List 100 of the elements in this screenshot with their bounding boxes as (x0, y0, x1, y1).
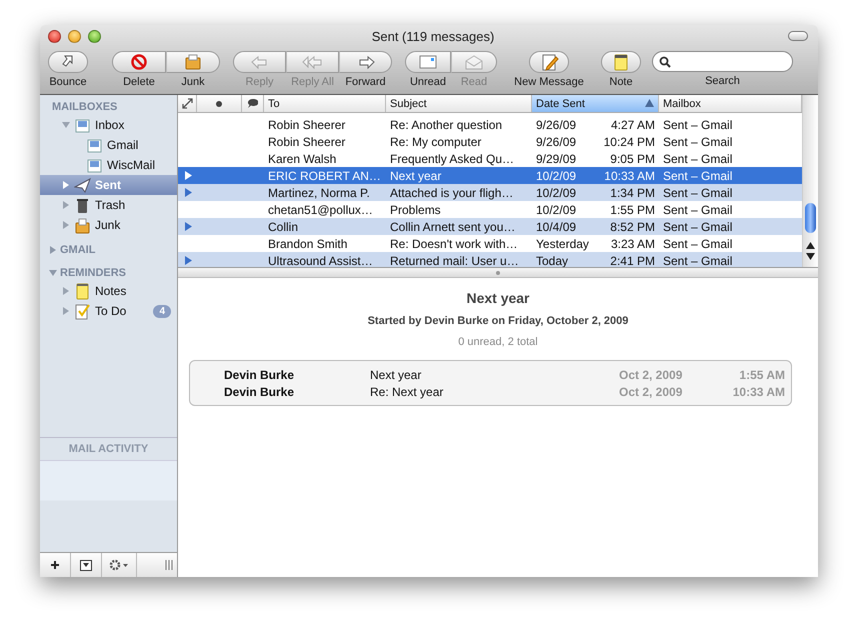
minimize-button[interactable] (68, 30, 81, 42)
table-cell-text: Robin Sheerer (267, 118, 346, 132)
panel-heading: MAIL ACTIVITY (68, 443, 148, 455)
compose-button[interactable]: New Message (510, 51, 588, 88)
table-cell: 8:52 PM (610, 220, 655, 234)
table-cell: Today (536, 254, 568, 267)
table-cell: Yesterday (536, 236, 589, 250)
message-date: Oct 2, 2009 (619, 368, 684, 382)
paper-plane-icon (74, 176, 91, 194)
message-row[interactable]: Martinez, Norma P. Attached is your fligh… 10/2/09 1:34 PM Sent – Gmail (178, 184, 802, 201)
mailbox-item[interactable]: WiscMail (40, 155, 177, 175)
message-row[interactable]: Karen Walsh Frequently Asked Qu… 9/29/09 9:05 PM Sent – Gmail (178, 150, 802, 167)
speech-bubble-icon (248, 99, 258, 108)
table-cell: 9:05 PM (610, 152, 655, 166)
inbox-icon (74, 116, 91, 134)
thread-triangle-icon[interactable] (184, 222, 192, 231)
expand-icon (182, 98, 192, 109)
search-field[interactable] (652, 51, 793, 72)
table-cell-text: chetan51@pollux… (267, 202, 374, 216)
table-cell-text: Brandon Smith (267, 236, 348, 250)
inbox-icon (86, 156, 103, 174)
table-cell-text: Attached is your fligh… (389, 186, 514, 200)
message-time: 1:55 AM (738, 368, 785, 382)
message-row[interactable]: Ultrasound Assist… Returned mail: User u… Today 2:41 PM Sent – Gmail (178, 252, 802, 267)
disclosure-triangle-icon[interactable] (49, 246, 57, 254)
toolbar-toggle-button[interactable] (788, 31, 808, 41)
table-cell-text: Collin (267, 220, 300, 234)
disclosure-triangle-icon[interactable] (62, 121, 70, 129)
table-cell-text: Frequently Asked Qu… (389, 152, 516, 166)
mailbox-item[interactable]: Trash (40, 195, 177, 215)
section-heading: MAILBOXES (52, 101, 118, 113)
table-cell: 2:41 PM (610, 254, 655, 267)
mailbox-item[interactable]: Gmail (40, 135, 177, 155)
table-cell-text: Sent – Gmail (662, 152, 734, 166)
table-cell-text: Sent – Gmail (662, 168, 734, 182)
table-cell: 10/2/09 (536, 168, 576, 182)
mailbox-item[interactable]: Junk (40, 215, 177, 235)
table-cell-text: Re: Doesn't work with… (389, 236, 519, 250)
table-cell-text: Problems (389, 202, 442, 216)
table-cell: 9/26/09 (536, 134, 576, 148)
disclosure-triangle-icon[interactable] (62, 221, 70, 229)
table-cell-text: Returned mail: User u… (389, 254, 520, 267)
count-badge: 4 (153, 304, 171, 318)
table-cell-text: Sent – Gmail (662, 202, 734, 216)
table-cell-text: Sent – Gmail (662, 236, 734, 250)
table-cell-text: Re: My computer (389, 134, 482, 148)
table-cell: 4:27 AM (610, 118, 655, 132)
disclosure-triangle-icon[interactable] (49, 269, 57, 277)
table-cell-text: Sent – Gmail (662, 254, 734, 267)
disclosure-triangle-icon[interactable] (62, 307, 70, 315)
thread-subtitle: Started by Devin Burke on Friday, October 2, 2009 (368, 315, 628, 327)
close-button[interactable] (48, 30, 61, 42)
message-subject[interactable]: Re: Next year (370, 384, 619, 398)
table-cell-text: ERIC ROBERT AN… (267, 168, 382, 182)
scroll-thumb[interactable] (805, 203, 816, 233)
table-cell-text: Sent – Gmail (662, 118, 734, 132)
table-cell: 10/4/09 (536, 220, 576, 234)
mailbox-item[interactable]: Inbox (40, 115, 177, 135)
disclosure-triangle-icon[interactable] (62, 287, 70, 295)
column-header[interactable]: To (264, 95, 386, 112)
open-envelope-icon (463, 53, 485, 71)
message-row[interactable]: Brandon Smith Re: Doesn't work with… Yesterday 3:23 AM Sent – Gmail (178, 235, 802, 252)
notepad-icon (74, 282, 91, 300)
splitter-handle[interactable] (496, 270, 500, 274)
disclosure-triangle-icon[interactable] (62, 181, 70, 189)
section-heading: REMINDERS (60, 267, 126, 279)
window-title: Sent (119 messages) (370, 28, 496, 44)
mailbox-item[interactable]: Notes (40, 281, 177, 301)
disclosure-triangle-icon[interactable] (62, 201, 70, 209)
message-row[interactable]: Robin Sheerer Re: Another question 9/26/09 4:27 AM Sent – Gmail (178, 116, 802, 133)
table-cell-text: Collin Arnett sent you… (389, 220, 516, 234)
scrollbar[interactable] (802, 95, 818, 267)
table-cell: 3:23 AM (610, 236, 655, 250)
sort-ascending-icon[interactable] (645, 99, 654, 107)
message-subject[interactable]: Next year (370, 368, 619, 382)
sender-name[interactable]: Devin Burke (190, 384, 370, 398)
message-row[interactable]: ERIC ROBERT AN… Next year 10/2/09 10:33 AM Sent – Gmail (178, 167, 802, 184)
table-cell-text: Sent – Gmail (662, 134, 734, 148)
plus-icon (50, 560, 60, 570)
message-row[interactable]: chetan51@pollux… Problems 10/2/09 1:55 PM Sent – Gmail (178, 201, 802, 218)
search-icon (659, 56, 671, 68)
thread-title: Next year (466, 290, 530, 306)
message-row[interactable]: Collin Collin Arnett sent you… 10/4/09 8:52 PM Sent – Gmail (178, 218, 802, 235)
message-row[interactable]: Robin Sheerer Re: My computer 9/26/09 10:24 PM Sent – Gmail (178, 133, 802, 150)
table-cell: 1:55 PM (610, 202, 655, 216)
thread-triangle-icon[interactable] (184, 256, 192, 265)
table-cell: 9/26/09 (536, 118, 576, 132)
table-cell: 10:33 AM (604, 168, 655, 182)
message-date: Oct 2, 2009 (619, 384, 684, 398)
table-cell-text: Re: Another question (389, 118, 504, 132)
table-cell: 10/2/09 (536, 202, 576, 216)
section-heading: GMAIL (60, 244, 96, 256)
thread-count: 0 unread, 2 total (458, 336, 538, 348)
sender-name[interactable]: Devin Burke (190, 368, 370, 382)
table-cell-text: Karen Walsh (267, 152, 338, 166)
column-header[interactable]: Date Sent (532, 95, 659, 112)
resize-grip-icon[interactable] (165, 560, 173, 570)
gear-icon (109, 559, 129, 571)
mailbox-item[interactable]: To Do 4 (40, 301, 177, 321)
zoom-button[interactable] (88, 30, 101, 42)
